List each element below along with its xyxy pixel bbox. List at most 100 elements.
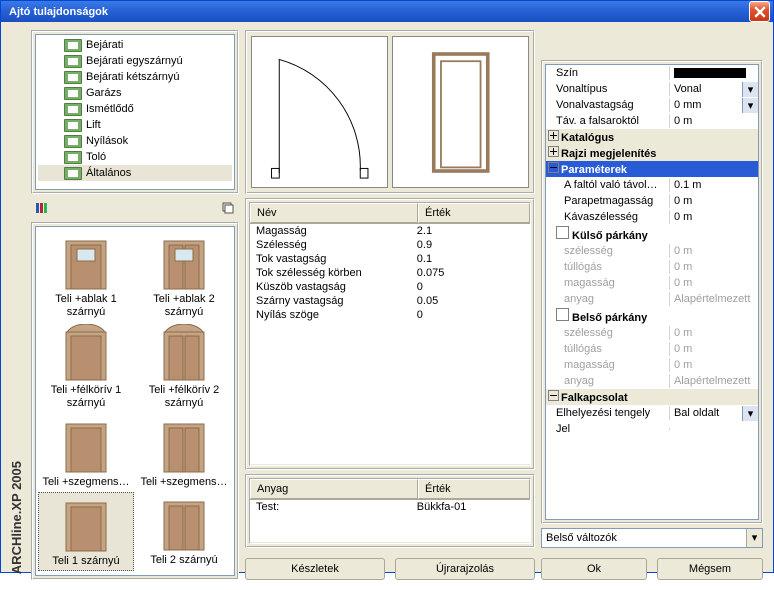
param-row[interactable]: Szárny vastagság0.05 <box>250 294 530 308</box>
property-row[interactable]: Jel <box>546 421 758 437</box>
redraw-button[interactable]: Újrarajzolás <box>395 558 535 580</box>
door-thumbnail[interactable]: Teli +félkörív 2 szárnyú <box>136 322 232 411</box>
property-row[interactable]: magasság0 m <box>546 357 758 373</box>
plus-icon[interactable] <box>548 130 559 141</box>
door-thumbnail-grid[interactable]: Teli +ablak 1 szárnyúTeli +ablak 2 szárn… <box>35 226 235 576</box>
property-row[interactable]: túllógás0 m <box>546 341 758 357</box>
library-icon-button[interactable] <box>33 199 51 217</box>
door-icon <box>149 233 219 293</box>
property-group[interactable]: Katalógus <box>546 129 758 145</box>
color-swatch[interactable] <box>674 68 746 78</box>
chevron-down-icon[interactable]: ▾ <box>742 82 758 97</box>
property-group[interactable]: Falkapcsolat <box>546 389 758 405</box>
side-label: ARCHline.XP 2005 <box>7 30 25 580</box>
tree-item[interactable]: Toló <box>38 149 232 165</box>
tree-item-label: Garázs <box>86 87 121 99</box>
folder-icon <box>64 71 82 84</box>
chevron-down-icon[interactable]: ▾ <box>742 406 758 421</box>
variant-combo[interactable]: Belső változók ▾ <box>541 528 763 548</box>
door-icon <box>51 324 121 384</box>
category-tree-panel: Bejárati Bejárati egyszárnyú Bejárati kéts… <box>31 30 239 194</box>
door-icon <box>149 324 219 384</box>
checkbox[interactable] <box>556 226 569 239</box>
property-row[interactable]: Kávaszélesség0 m <box>546 209 758 225</box>
property-group[interactable]: Rajzi megjelenítés <box>546 145 758 161</box>
mat-header-name[interactable]: Anyag <box>250 479 418 499</box>
category-tree[interactable]: Bejárati Bejárati egyszárnyú Bejárati kéts… <box>35 34 235 190</box>
door-thumbnail[interactable]: Teli 1 szárnyú <box>38 492 134 571</box>
copy-icon-button[interactable] <box>219 199 237 217</box>
checkbox[interactable] <box>556 308 569 321</box>
parameter-rows[interactable]: Magasság2.1Szélesség0.9Tok vastagság0.1T… <box>250 224 530 464</box>
thumb-label: Teli +ablak 1 szárnyú <box>41 293 131 318</box>
door-icon <box>51 233 121 293</box>
properties-panel: SzínVonaltípusVonal▾Vonalvastagság0 mm▾T… <box>541 60 763 524</box>
property-checkbox-row[interactable]: Belső párkány <box>546 307 758 325</box>
param-row[interactable]: Tok vastagság0.1 <box>250 252 530 266</box>
tree-item[interactable]: Bejárati kétszárnyú <box>38 69 232 85</box>
property-row[interactable]: anyagAlapértelmezett <box>546 373 758 389</box>
param-row[interactable]: Magasság2.1 <box>250 224 530 238</box>
mat-header-value[interactable]: Érték <box>418 479 530 499</box>
tree-item-label: Bejárati <box>86 39 123 51</box>
property-row[interactable]: A faltól való távol…0.1 m <box>546 177 758 193</box>
tree-item[interactable]: Garázs <box>38 85 232 101</box>
cancel-button[interactable]: Mégsem <box>657 558 763 580</box>
property-row[interactable]: anyagAlapértelmezett <box>546 291 758 307</box>
param-header-name[interactable]: Név <box>250 203 418 223</box>
material-panel: Anyag Érték Test:Bükkfa-01 <box>245 474 535 548</box>
dialog-window: Ajtó tulajdonságok ARCHline.XP 2005 Bejá… <box>0 0 774 573</box>
property-row[interactable]: magasság0 m <box>546 275 758 291</box>
param-header-value[interactable]: Érték <box>418 203 530 223</box>
door-icon <box>149 416 219 476</box>
property-row[interactable]: szélesség0 m <box>546 243 758 259</box>
door-icon <box>51 416 121 476</box>
chevron-down-icon[interactable]: ▾ <box>746 529 762 547</box>
door-thumbnail[interactable]: Teli +szegmens… <box>136 414 232 491</box>
property-checkbox-row[interactable]: Külső párkány <box>546 225 758 243</box>
presets-button[interactable]: Készletek <box>245 558 385 580</box>
tree-item[interactable]: Bejárati <box>38 37 232 53</box>
door-thumbnail[interactable]: Teli 2 szárnyú <box>136 492 232 571</box>
param-row[interactable]: Nyílás szöge0 <box>250 308 530 322</box>
property-group[interactable]: Paraméterek <box>546 161 758 177</box>
thumb-label: Teli +szegmens… <box>42 476 129 489</box>
folder-icon <box>64 103 82 116</box>
minus-icon[interactable] <box>548 162 559 173</box>
tree-item[interactable]: Általános <box>38 165 232 181</box>
property-row[interactable]: Vonalvastagság0 mm▾ <box>546 97 758 113</box>
close-button[interactable] <box>749 1 770 22</box>
tree-item-label: Bejárati egyszárnyú <box>86 55 183 67</box>
property-row[interactable]: Elhelyezési tengelyBal oldalt▾ <box>546 405 758 421</box>
ok-button[interactable]: Ok <box>541 558 647 580</box>
variant-combo-label: Belső változók <box>542 532 746 544</box>
folder-icon <box>64 55 82 68</box>
folder-icon <box>64 87 82 100</box>
tree-toolbar <box>31 198 239 218</box>
property-row[interactable]: Szín <box>546 65 758 81</box>
tree-item-label: Ismétlődő <box>86 103 134 115</box>
param-row[interactable]: Tok szélesség körben0.075 <box>250 266 530 280</box>
thumbnails-panel: Teli +ablak 1 szárnyúTeli +ablak 2 szárn… <box>31 222 239 580</box>
property-row[interactable]: VonaltípusVonal▾ <box>546 81 758 97</box>
door-thumbnail[interactable]: Teli +szegmens… <box>38 414 134 491</box>
property-tree[interactable]: SzínVonaltípusVonal▾Vonalvastagság0 mm▾T… <box>545 64 759 520</box>
property-row[interactable]: túllógás0 m <box>546 259 758 275</box>
tree-item[interactable]: Bejárati egyszárnyú <box>38 53 232 69</box>
minus-icon[interactable] <box>548 390 559 401</box>
door-thumbnail[interactable]: Teli +ablak 1 szárnyú <box>38 231 134 320</box>
tree-item[interactable]: Ismétlődő <box>38 101 232 117</box>
param-row[interactable]: Szélesség0.9 <box>250 238 530 252</box>
param-row[interactable]: Küszöb vastagság0 <box>250 280 530 294</box>
door-thumbnail[interactable]: Teli +ablak 2 szárnyú <box>136 231 232 320</box>
property-row[interactable]: Táv. a falsaroktól0 m <box>546 113 758 129</box>
tree-item[interactable]: Nyílások <box>38 133 232 149</box>
property-row[interactable]: szélesség0 m <box>546 325 758 341</box>
material-row[interactable]: Test:Bükkfa-01 <box>250 500 530 514</box>
material-rows[interactable]: Test:Bükkfa-01 <box>250 500 530 542</box>
chevron-down-icon[interactable]: ▾ <box>742 98 758 113</box>
tree-item[interactable]: Lift <box>38 117 232 133</box>
door-thumbnail[interactable]: Teli +félkörív 1 szárnyú <box>38 322 134 411</box>
property-row[interactable]: Parapetmagasság0 m <box>546 193 758 209</box>
plus-icon[interactable] <box>548 146 559 157</box>
